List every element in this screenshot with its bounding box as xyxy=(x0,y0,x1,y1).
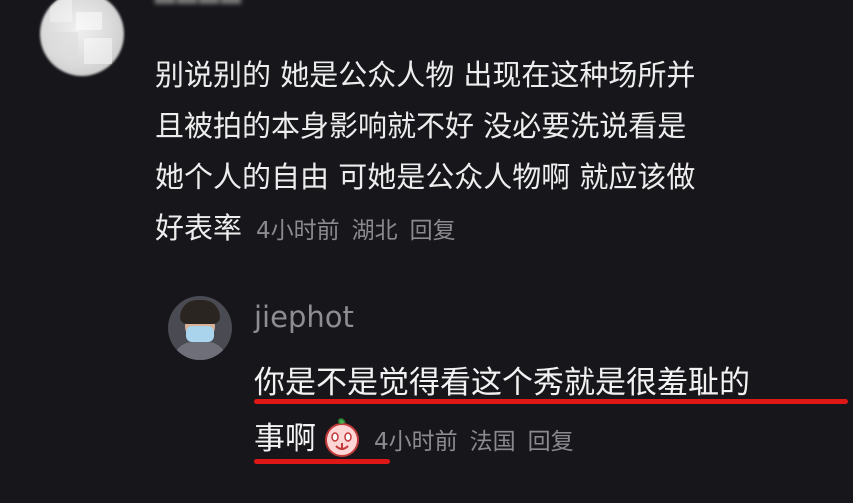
comment-thread: ▀▀▀▀ 别说别的 她是公众人物 出现在这种场所并 且被拍的本身影响就不好 没必… xyxy=(0,0,853,503)
reply-avatar[interactable] xyxy=(168,296,232,360)
reply-line-text: 事啊 xyxy=(254,421,316,457)
comment-line: 别说别的 她是公众人物 出现在这种场所并 xyxy=(155,58,696,92)
avatar-mosaic xyxy=(40,0,124,76)
comment-meta: 4小时前 湖北 回复 xyxy=(256,218,456,244)
reply-time: 4小时前 xyxy=(374,429,458,455)
red-underline-annotation xyxy=(254,459,390,464)
comment-line: 且被拍的本身影响就不好 没必要洗说看是 xyxy=(155,109,687,143)
comment-line: 她个人的自由 可她是公众人物啊 就应该做 xyxy=(155,160,696,194)
comment-body: 别说别的 她是公众人物 出现在这种场所并 且被拍的本身影响就不好 没必要洗说看是… xyxy=(155,50,805,257)
comment-location: 湖北 xyxy=(351,218,398,244)
reply-reply-button[interactable]: 回复 xyxy=(528,429,574,455)
red-underline-annotation xyxy=(254,399,848,404)
reply-location: 法国 xyxy=(469,429,516,455)
comment-line-last: 好表率 4小时前 湖北 回复 xyxy=(155,203,805,257)
reply-body: 你是不是觉得看这个秀就是很羞耻的 事啊 4小时前 法国 回复 xyxy=(254,355,750,470)
reply-meta: 4小时前 法国 回复 xyxy=(374,429,574,455)
comment-line-text: 好表率 xyxy=(155,211,243,245)
comment-time: 4小时前 xyxy=(256,218,340,244)
comment-reply-button[interactable]: 回复 xyxy=(410,218,456,244)
peach-face-emoji-icon xyxy=(325,418,359,457)
commenter-username-blurred: ▀▀▀▀ xyxy=(155,0,243,20)
reply-username[interactable]: jiephot xyxy=(254,300,354,334)
